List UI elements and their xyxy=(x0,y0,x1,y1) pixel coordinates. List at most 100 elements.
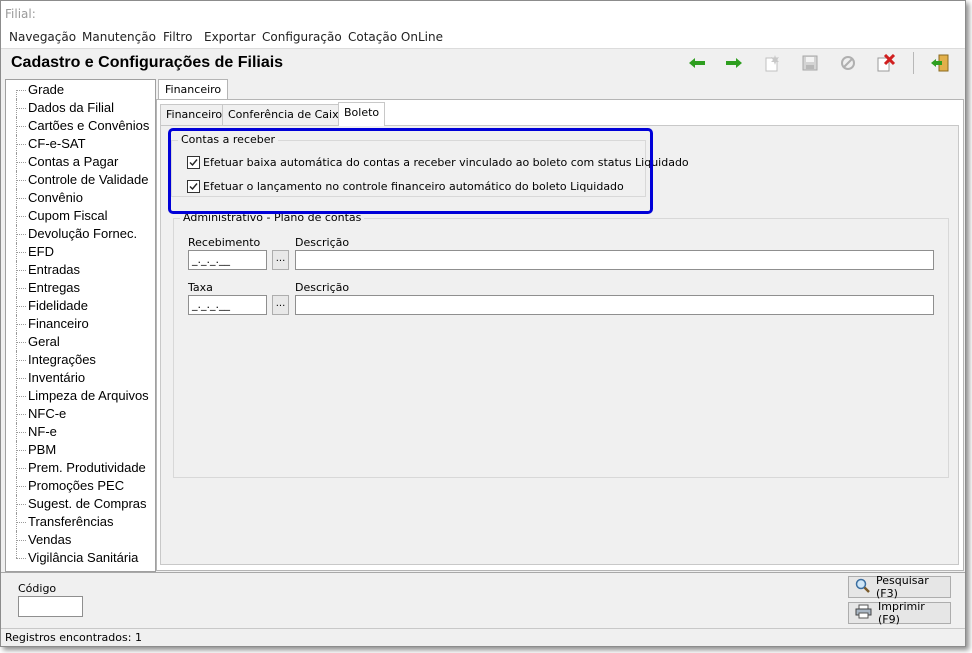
tab-financeiro[interactable]: Financeiro xyxy=(160,104,229,125)
sidebar-item[interactable]: Fidelidade xyxy=(6,297,154,315)
sidebar-item-label: Entregas xyxy=(28,280,81,295)
status-text: Registros encontrados: 1 xyxy=(5,631,142,644)
descricao-taxa-label: Descrição xyxy=(295,281,350,294)
imprimir-label: Imprimir (F9) xyxy=(878,600,925,626)
menu-cotacao-online[interactable]: Cotação OnLine xyxy=(348,30,443,44)
sidebar-item-label: Cupom Fiscal xyxy=(28,208,108,223)
sidebar-item[interactable]: NF-e xyxy=(6,423,154,441)
printer-icon xyxy=(855,604,872,622)
sidebar-item-label: Contas a Pagar xyxy=(28,154,119,169)
tree-branch xyxy=(16,414,26,415)
sidebar-item[interactable]: PBM xyxy=(6,441,154,459)
tree-branch xyxy=(16,306,26,307)
tree-branch xyxy=(16,342,26,343)
recebimento-input[interactable]: _._._.__ xyxy=(188,250,267,270)
menu-manutencao[interactable]: Manutenção xyxy=(82,30,156,44)
page-title: Cadastro e Configurações de Filiais xyxy=(11,54,284,71)
search-icon xyxy=(855,578,870,596)
sidebar-item[interactable]: Vendas xyxy=(6,531,154,549)
tree-branch xyxy=(16,522,26,523)
tree-branch xyxy=(16,288,26,289)
menu-bar: Navegação Manutenção Filtro Exportar Con… xyxy=(1,27,965,49)
tree-branch xyxy=(16,162,26,163)
tree-branch xyxy=(16,360,26,361)
recebimento-lookup-button[interactable]: ... xyxy=(272,250,289,270)
sidebar-item[interactable]: Dados da Filial xyxy=(6,99,154,117)
sidebar-item[interactable]: Transferências xyxy=(6,513,154,531)
sidebar-item[interactable]: Entradas xyxy=(6,261,154,279)
sidebar-item-label: Integrações xyxy=(28,352,96,367)
tree-branch xyxy=(16,504,26,505)
sidebar-item[interactable]: Entregas xyxy=(6,279,154,297)
sidebar-item[interactable]: NFC-e xyxy=(6,405,154,423)
sidebar-item-label: Limpeza de Arquivos xyxy=(28,388,149,403)
codigo-label: Código xyxy=(18,582,57,595)
tree-branch xyxy=(16,540,26,541)
sidebar-item-label: NFC-e xyxy=(28,406,67,421)
arrow-left-icon[interactable] xyxy=(685,52,709,74)
codigo-input[interactable] xyxy=(18,596,83,617)
tree-branch xyxy=(16,396,26,397)
sidebar-item[interactable]: Vigilância Sanitária xyxy=(6,549,154,567)
sidebar-item[interactable]: Limpeza de Arquivos xyxy=(6,387,154,405)
tree-branch xyxy=(16,198,26,199)
highlight-box xyxy=(168,128,653,214)
tree-branch xyxy=(16,234,26,235)
descricao-taxa-input[interactable] xyxy=(295,295,934,315)
sidebar-item[interactable]: Cartões e Convênios xyxy=(6,117,154,135)
arrow-right-icon[interactable] xyxy=(722,52,746,74)
pesquisar-button[interactable]: Pesquisar (F3) xyxy=(848,574,951,600)
sidebar-item[interactable]: Inventário xyxy=(6,369,154,387)
sidebar-item[interactable]: Devolução Fornec. xyxy=(6,225,154,243)
sidebar-item[interactable]: CF-e-SAT xyxy=(6,135,154,153)
tab-financeiro-outer[interactable]: Financeiro xyxy=(158,79,229,100)
status-bar: Registros encontrados: 1 xyxy=(1,628,965,646)
sidebar-item-label: Entradas xyxy=(28,262,81,277)
sidebar-item[interactable]: Controle de Validade xyxy=(6,171,154,189)
sidebar-item[interactable]: Contas a Pagar xyxy=(6,153,154,171)
sidebar-item-label: EFD xyxy=(28,244,54,259)
sidebar-item-label: Financeiro xyxy=(28,316,89,331)
recebimento-label: Recebimento xyxy=(188,236,261,249)
window-title: Filial: xyxy=(5,7,36,21)
menu-exportar[interactable]: Exportar xyxy=(204,30,256,44)
tree-branch xyxy=(16,486,26,487)
sidebar-item[interactable]: EFD xyxy=(6,243,154,261)
sidebar-item-label: Promoções PEC xyxy=(28,478,125,493)
tab-boleto[interactable]: Boleto xyxy=(338,102,386,126)
taxa-input[interactable]: _._._.__ xyxy=(188,295,267,315)
menu-filtro[interactable]: Filtro xyxy=(163,30,192,44)
descricao-recebimento-input[interactable] xyxy=(295,250,934,270)
sidebar-item[interactable]: Grade xyxy=(6,81,154,99)
sidebar-item-label: Transferências xyxy=(28,514,114,529)
tree-branch xyxy=(16,324,26,325)
sidebar-item[interactable]: Geral xyxy=(6,333,154,351)
bottom-panel: Código Pesquisar (F3) Imprimir (F9) xyxy=(1,572,965,629)
sidebar-item[interactable]: Convênio xyxy=(6,189,154,207)
cancel-icon[interactable] xyxy=(836,52,860,74)
tree-branch xyxy=(16,216,26,217)
sidebar-item[interactable]: Financeiro xyxy=(6,315,154,333)
sidebar-item[interactable]: Promoções PEC xyxy=(6,477,154,495)
sidebar-item-label: Vigilância Sanitária xyxy=(28,550,139,565)
sidebar-item-label: Inventário xyxy=(28,370,86,385)
sidebar-item-label: Convênio xyxy=(28,190,83,205)
tree-branch xyxy=(16,270,26,271)
taxa-lookup-button[interactable]: ... xyxy=(272,295,289,315)
exit-icon[interactable] xyxy=(928,52,952,74)
save-icon[interactable] xyxy=(798,52,822,74)
sidebar-item[interactable]: Cupom Fiscal xyxy=(6,207,154,225)
menu-configuracao[interactable]: Configuração xyxy=(262,30,342,44)
tree-branch xyxy=(16,252,26,253)
sidebar-item-label: Sugest. de Compras xyxy=(28,496,147,511)
tree-branch xyxy=(16,108,26,109)
sidebar-item[interactable]: Sugest. de Compras xyxy=(6,495,154,513)
tab-conferencia-caixa[interactable]: Conferência de Caixa xyxy=(222,104,352,125)
menu-navegacao[interactable]: Navegação xyxy=(9,30,76,44)
delete-icon[interactable] xyxy=(874,52,898,74)
tree-branch xyxy=(16,558,26,559)
new-record-icon[interactable] xyxy=(760,52,784,74)
imprimir-button[interactable]: Imprimir (F9) xyxy=(848,600,951,626)
sidebar-item[interactable]: Prem. Produtividade xyxy=(6,459,154,477)
sidebar-item[interactable]: Integrações xyxy=(6,351,154,369)
